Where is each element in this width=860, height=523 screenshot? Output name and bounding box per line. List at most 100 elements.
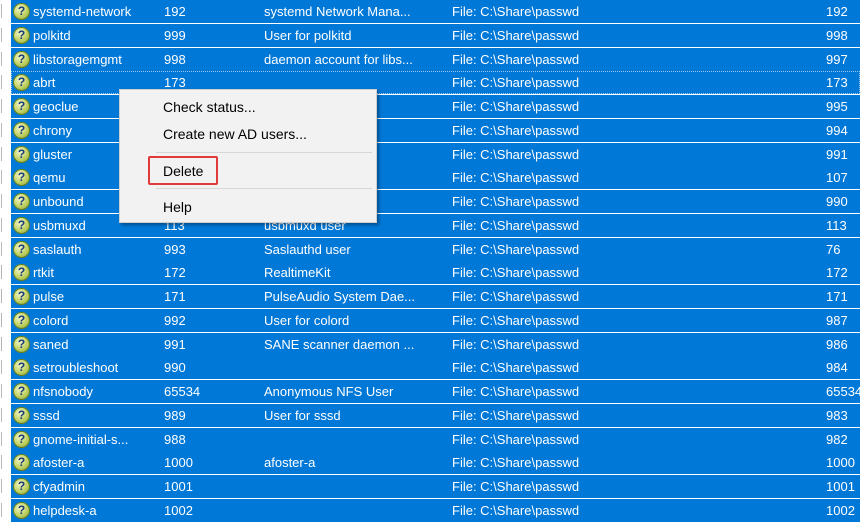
table-row[interactable]: ? polkitd 999 User for polkitd File: C:\Shar… [0,24,860,47]
row-uid: 1002 [164,503,193,518]
row-checkbox[interactable] [0,143,11,166]
row-checkbox[interactable] [0,428,11,451]
row-checkbox[interactable] [0,499,11,522]
row-checkbox[interactable] [0,24,11,47]
row-source: File: C:\Share\passwd [452,479,580,494]
unknown-status-icon: ? [13,146,30,163]
table-row[interactable]: ? nfsnobody 65534 Anonymous NFS User File: C… [0,380,860,403]
table-row[interactable]: ? saslauth 993 Saslauthd user File: C:\Share… [0,238,860,261]
row-checkbox[interactable] [0,48,11,71]
row-checkbox[interactable] [0,333,11,356]
row-source: File: C:\Share\passwd [452,194,580,209]
row-uid: 1000 [164,455,193,470]
row-checkbox[interactable] [0,214,11,237]
row-checkbox[interactable] [0,71,11,94]
row-name: gnome-initial-s... [33,432,129,447]
row-uid: 992 [164,313,186,328]
row-source: File: C:\Share\passwd [452,99,580,114]
table-row[interactable]: ? helpdesk-a 1002 File: C:\Share\passwd 1002 [0,499,860,522]
row-checkbox[interactable] [0,380,11,403]
table-row[interactable]: ? setroubleshoot 990 File: C:\Share\passwd 9… [0,356,860,379]
unknown-status-icon: ? [13,122,30,139]
table-row[interactable]: ? cfyadmin 1001 File: C:\Share\passwd 1001 [0,475,860,498]
table-row[interactable]: ? systemd-network 192 systemd Network Mana.… [0,0,860,23]
row-description [264,499,444,522]
row-gid: 172 [826,265,848,280]
menu-separator [156,152,372,153]
table-row[interactable]: ? libstoragemgmt 998 daemon account for lib… [0,48,860,71]
user-list[interactable]: ? systemd-network 192 systemd Network Mana.… [0,0,860,523]
menu-separator [156,188,372,189]
unknown-status-icon: ? [13,27,30,44]
row-checkbox[interactable] [0,356,11,379]
row-gid: 76 [826,242,841,257]
row-name: nfsnobody [33,384,93,399]
unknown-status-icon: ? [13,217,30,234]
table-row[interactable]: ? pulse 171 PulseAudio System Dae... File: C… [0,285,860,308]
row-source: File: C:\Share\passwd [452,52,580,67]
row-source: File: C:\Share\passwd [452,4,580,19]
row-description: Saslauthd user [264,242,351,257]
table-row[interactable]: ? colord 992 User for colord File: C:\Share\… [0,309,860,332]
row-gid: 65534 [826,384,860,399]
unknown-status-icon: ? [13,336,30,353]
row-name: saslauth [33,242,82,257]
row-source: File: C:\Share\passwd [452,28,580,43]
row-checkbox[interactable] [0,238,11,261]
unknown-status-icon: ? [13,193,30,210]
row-checkbox[interactable] [0,475,11,498]
row-gid: 113 [826,218,847,233]
row-checkbox[interactable] [0,119,11,142]
row-gid: 173 [826,75,848,90]
row-source: File: C:\Share\passwd [452,242,580,257]
row-checkbox[interactable] [0,95,11,118]
row-name: systemd-network [33,4,132,19]
row-name: sssd [33,408,60,423]
table-row[interactable]: ? gnome-initial-s... 988 File: C:\Share\pas… [0,428,860,451]
row-checkbox[interactable] [0,0,11,23]
row-source: File: C:\Share\passwd [452,170,580,185]
row-source: File: C:\Share\passwd [452,503,580,518]
row-uid: 171 [164,289,186,304]
row-checkbox[interactable] [0,451,11,474]
unknown-status-icon: ? [13,478,30,495]
row-gid: 983 [826,408,848,423]
table-row[interactable]: ? afoster-a 1000 afoster-a File: C:\Share\pa… [0,451,860,474]
row-gid: 998 [826,28,848,43]
row-gid: 990 [826,194,848,209]
unknown-status-icon: ? [13,98,30,115]
unknown-status-icon: ? [13,3,30,20]
row-description: PulseAudio System Dae... [264,289,416,304]
menu-item-create-ad-users[interactable]: Create new AD users... [120,122,376,146]
unknown-status-icon: ? [13,407,30,424]
table-row[interactable]: ? saned 991 SANE scanner daemon ... File: C:… [0,333,860,356]
menu-item-help[interactable]: Help [120,195,376,219]
menu-item-check-status[interactable]: Check status... [120,95,376,119]
row-gid: 171 [826,289,848,304]
row-uid: 998 [164,52,186,67]
row-uid: 991 [164,337,186,352]
row-checkbox[interactable] [0,285,11,308]
unknown-status-icon: ? [13,74,30,91]
unknown-status-icon: ? [13,454,30,471]
row-checkbox[interactable] [0,309,11,332]
row-gid: 991 [826,147,848,162]
row-name: rtkit [33,265,54,280]
row-source: File: C:\Share\passwd [452,75,580,90]
row-gid: 986 [826,337,848,352]
row-checkbox[interactable] [0,261,11,284]
row-uid: 989 [164,408,186,423]
row-source: File: C:\Share\passwd [452,289,580,304]
unknown-status-icon: ? [13,169,30,186]
row-source: File: C:\Share\passwd [452,455,580,470]
row-checkbox[interactable] [0,404,11,427]
row-description: daemon account for libs... [264,52,413,67]
row-checkbox[interactable] [0,166,11,189]
row-source: File: C:\Share\passwd [452,360,580,375]
row-description [264,356,444,379]
row-uid: 990 [164,360,186,375]
unknown-status-icon: ? [13,383,30,400]
table-row[interactable]: ? rtkit 172 RealtimeKit File: C:\Share\passw… [0,261,860,284]
table-row[interactable]: ? sssd 989 User for sssd File: C:\Share\pass… [0,404,860,427]
row-checkbox[interactable] [0,190,11,213]
